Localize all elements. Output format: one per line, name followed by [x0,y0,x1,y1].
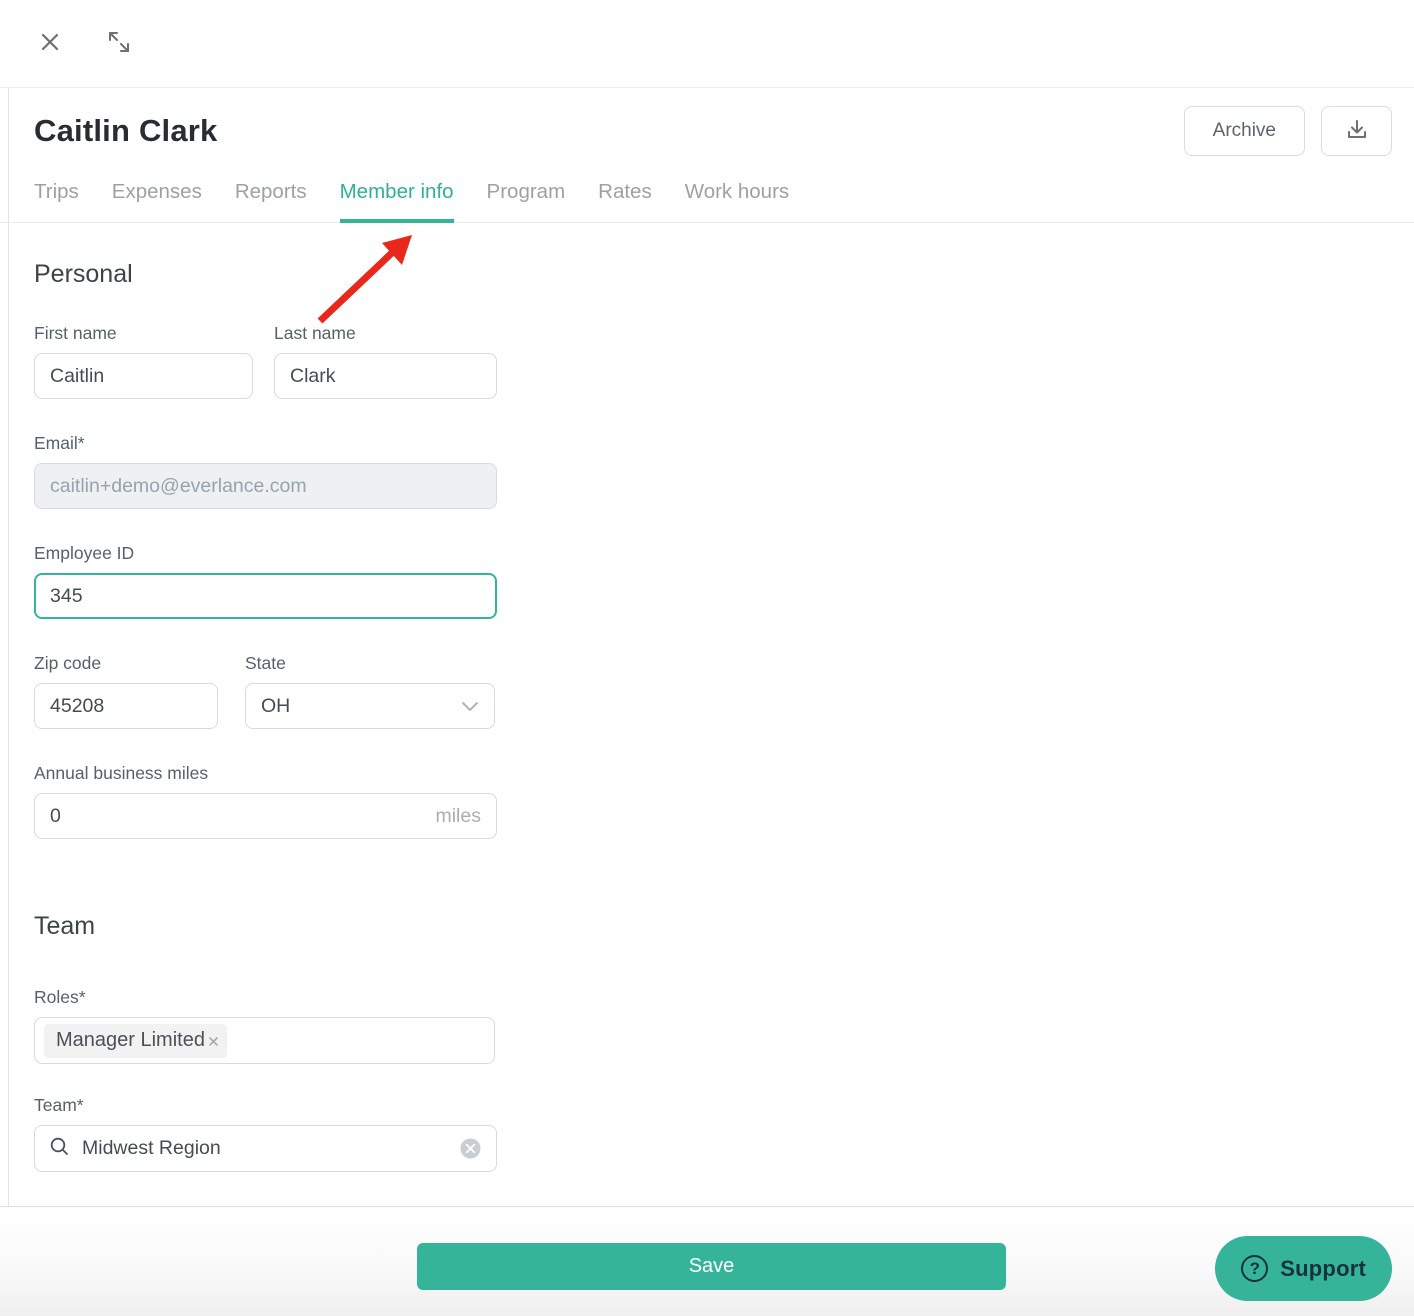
download-icon [1344,117,1370,146]
email-field-group: Email* [34,433,1414,509]
employee-id-input[interactable] [34,573,497,619]
team-value: Midwest Region [82,1137,447,1160]
search-icon [49,1136,70,1162]
first-name-label: First name [34,323,253,344]
zip-code-input[interactable] [34,683,218,729]
help-icon: ? [1241,1255,1268,1282]
expand-button[interactable] [106,29,132,58]
clear-team-icon[interactable] [459,1137,482,1160]
employee-id-label: Employee ID [34,543,1414,564]
state-label: State [245,653,495,674]
last-name-input[interactable] [274,353,497,399]
annual-miles-label: Annual business miles [34,763,1414,784]
tab-member-info[interactable]: Member info [340,180,454,223]
footer: Save ? Support [0,1207,1414,1316]
roles-label: Roles* [34,987,1414,1008]
member-header: Caitlin Clark Archive [0,88,1414,156]
modal-topbar [0,0,1414,88]
support-button-label: Support [1280,1256,1366,1282]
role-tag-remove-icon[interactable] [208,1036,219,1047]
team-field-group: Team* Midwest Region [34,1095,1414,1172]
page-title: Caitlin Clark [34,113,217,149]
role-tag: Manager Limited [44,1024,227,1058]
member-info-form: Personal First name Last name Email* Emp… [0,259,1414,1172]
member-info-modal: Caitlin Clark Archive Trips Expenses Rep… [0,0,1414,1316]
zip-state-row: Zip code State OH [34,653,1414,729]
email-label: Email* [34,433,1414,454]
personal-section-heading: Personal [34,259,1414,289]
first-name-input[interactable] [34,353,253,399]
roles-field-group: Roles* Manager Limited [34,987,1414,1064]
archive-button[interactable]: Archive [1184,106,1305,156]
annual-miles-value: 0 [50,805,61,828]
roles-input[interactable]: Manager Limited [34,1017,495,1064]
employee-id-field-group: Employee ID [34,543,1414,619]
team-search-input[interactable]: Midwest Region [34,1125,497,1172]
team-label: Team* [34,1095,1414,1116]
close-button[interactable] [38,30,62,57]
support-button[interactable]: ? Support [1215,1236,1392,1301]
email-input [34,463,497,509]
role-tag-label: Manager Limited [56,1029,205,1052]
tab-expenses[interactable]: Expenses [112,180,202,223]
member-tabs: Trips Expenses Reports Member info Progr… [0,180,1414,223]
header-actions: Archive [1184,106,1392,156]
save-button[interactable]: Save [417,1243,1006,1290]
name-row: First name Last name [34,323,1414,399]
annual-miles-input[interactable]: 0 miles [34,793,497,839]
last-name-label: Last name [274,323,497,344]
tab-trips[interactable]: Trips [34,180,79,223]
annual-miles-field-group: Annual business miles 0 miles [34,763,1414,839]
annual-miles-unit: miles [435,805,481,828]
team-section-heading: Team [34,911,1414,941]
tab-rates[interactable]: Rates [598,180,652,223]
expand-icon [106,29,132,58]
tab-program[interactable]: Program [487,180,566,223]
state-selected-value: OH [261,695,290,718]
zip-code-label: Zip code [34,653,218,674]
close-icon [38,30,62,57]
chevron-down-icon [461,695,479,718]
tab-reports[interactable]: Reports [235,180,307,223]
state-select[interactable]: OH [245,683,495,729]
tab-work-hours[interactable]: Work hours [685,180,789,223]
download-button[interactable] [1321,106,1392,156]
